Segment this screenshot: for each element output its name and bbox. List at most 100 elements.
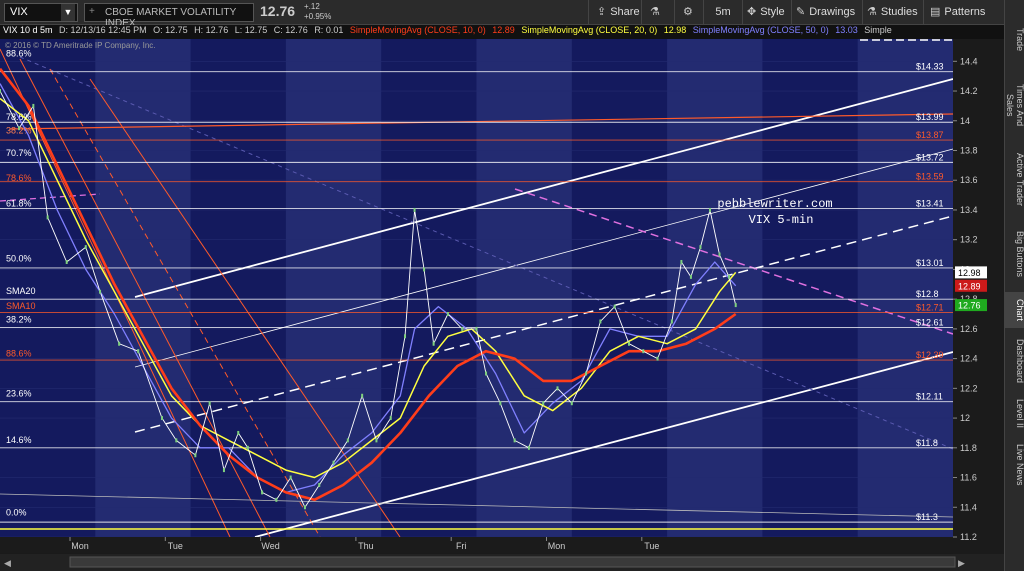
y-tick-label: 12.6 xyxy=(960,324,978,334)
sidebar-tab-level-ii[interactable]: Level II xyxy=(1005,394,1024,434)
close-label: C: 12.76 xyxy=(273,25,308,35)
fib-label: SMA20 xyxy=(6,286,36,296)
close-point xyxy=(375,438,378,443)
close-point xyxy=(613,304,616,309)
share-button[interactable]: ⇪ Share xyxy=(588,0,641,24)
close-point xyxy=(237,430,240,435)
scroll-left-icon[interactable]: ◀ xyxy=(4,558,11,568)
style-label: Style xyxy=(760,6,785,18)
close-point xyxy=(303,505,306,510)
fib-label: 38.2% xyxy=(6,314,32,324)
fib-label: 50.0% xyxy=(6,253,32,263)
sidebar-tab-live-news[interactable]: Live News xyxy=(1005,440,1024,490)
close-point xyxy=(513,438,516,443)
level-label: $11.8 xyxy=(916,438,938,448)
level-label: $13.41 xyxy=(916,198,944,208)
timeframe-button[interactable]: 5m xyxy=(703,0,742,24)
period-label: VIX 10 d 5m xyxy=(3,25,53,35)
drawings-button[interactable]: ✎ Drawings xyxy=(791,0,862,24)
patterns-icon: ▤ xyxy=(930,6,941,18)
close-point xyxy=(65,259,68,264)
sidebar-tab-chart[interactable]: Chart xyxy=(1005,292,1024,328)
copyright-text: © 2016 © TD Ameritrade IP Company, Inc. xyxy=(5,41,156,50)
fib-label: 14.6% xyxy=(6,435,32,445)
instrument-name-box[interactable]: + CBOE MARKET VOLATILITY INDEX xyxy=(84,3,254,29)
price-tag-label: 12.76 xyxy=(958,301,981,311)
chart-toolbar: VIX ▼ + CBOE MARKET VOLATILITY INDEX 12.… xyxy=(0,0,1005,29)
close-point xyxy=(670,319,673,324)
y-tick-label: 14.4 xyxy=(960,56,978,66)
fib-label: SMA10 xyxy=(6,301,36,311)
studies-label: Studies xyxy=(880,6,918,18)
fib-label: 0.0% xyxy=(6,508,27,518)
close-point xyxy=(423,267,426,272)
plus-icon[interactable]: + xyxy=(89,6,95,17)
close-point xyxy=(728,274,731,279)
close-point xyxy=(499,401,502,406)
close-point xyxy=(0,89,1,94)
close-point xyxy=(404,334,407,339)
patterns-button[interactable]: ▤ Patterns xyxy=(923,0,1005,24)
close-point xyxy=(18,126,21,131)
settings-button[interactable]: ⚙ xyxy=(674,0,703,24)
sidebar-tab-dashboard[interactable]: Dashboard xyxy=(1005,334,1024,388)
close-point xyxy=(346,438,349,443)
close-point xyxy=(361,393,364,398)
y-tick-label: 13.8 xyxy=(960,145,978,155)
level-label: $13.59 xyxy=(916,172,944,182)
sma20-value: 12.98 xyxy=(663,25,687,35)
y-tick-label: 12 xyxy=(960,413,970,423)
scroll-right-icon[interactable]: ▶ xyxy=(958,558,965,568)
close-point xyxy=(718,252,721,257)
close-point xyxy=(599,319,602,324)
sma20-label: SimpleMovingAvg (CLOSE, 20, 0) xyxy=(521,25,658,35)
price-tag-label: 12.89 xyxy=(958,281,981,291)
close-point xyxy=(32,103,35,108)
y-tick-label: 12.2 xyxy=(960,383,978,393)
chevron-down-icon[interactable]: ▼ xyxy=(61,4,75,21)
price-change: +.12 +0.95% xyxy=(304,2,331,22)
watermark-line-2: VIX 5-min xyxy=(749,213,814,227)
style-button[interactable]: ✥ Style xyxy=(742,0,791,24)
change-value: +.12 xyxy=(304,2,320,11)
y-tick-label: 12.4 xyxy=(960,354,978,364)
studies-button[interactable]: ⚗ Studies xyxy=(862,0,923,24)
fib-label: 88.6% xyxy=(6,349,32,359)
sma50-value: 13.03 xyxy=(835,25,858,35)
share-icon: ⇪ xyxy=(597,6,607,18)
gear-icon: ⚙ xyxy=(683,6,693,18)
scrollbar-thumb[interactable] xyxy=(69,556,956,568)
fib-label: 61.8% xyxy=(6,198,32,208)
close-point xyxy=(289,475,292,480)
close-point xyxy=(585,371,588,376)
close-point xyxy=(461,326,464,331)
last-price: 12.76 xyxy=(260,3,296,19)
close-point xyxy=(161,416,164,421)
patterns-label: Patterns xyxy=(944,6,986,18)
price-chart[interactable]: $14.33 $13.99 $13.87 $13.72 $13.59 $13.41 $13.… xyxy=(0,39,1004,571)
timeframe-label: 5m xyxy=(715,6,731,18)
low-label: L: 12.75 xyxy=(234,25,268,35)
close-point xyxy=(175,438,178,443)
level-label: $12.71 xyxy=(916,303,944,313)
close-point xyxy=(485,371,488,376)
price-tags: 12.98 12.89 12.76 xyxy=(955,266,987,312)
sidebar-tab-times-and-sales[interactable]: Times And Sales xyxy=(1005,72,1024,138)
flask-button[interactable]: ⚗ xyxy=(641,0,674,24)
right-sidebar: Trade Times And Sales Active Trader Big But… xyxy=(1004,0,1024,571)
close-point xyxy=(627,341,630,346)
close-point xyxy=(84,245,87,250)
open-label: O: 12.75 xyxy=(153,25,188,35)
sidebar-tab-big-buttons[interactable]: Big Buttons xyxy=(1005,222,1024,286)
close-point xyxy=(137,349,140,354)
close-point xyxy=(389,416,392,421)
sidebar-tab-active-trader[interactable]: Active Trader xyxy=(1005,144,1024,216)
drawings-label: Drawings xyxy=(809,6,856,18)
close-point xyxy=(708,207,711,212)
sidebar-tab-trade[interactable]: Trade xyxy=(1005,20,1024,60)
close-point xyxy=(318,482,321,487)
close-point xyxy=(570,401,573,406)
symbol-selector[interactable]: VIX ▼ xyxy=(4,3,78,22)
flask-icon: ⚗ xyxy=(650,6,660,18)
x-tick-label: Thu xyxy=(358,541,374,551)
